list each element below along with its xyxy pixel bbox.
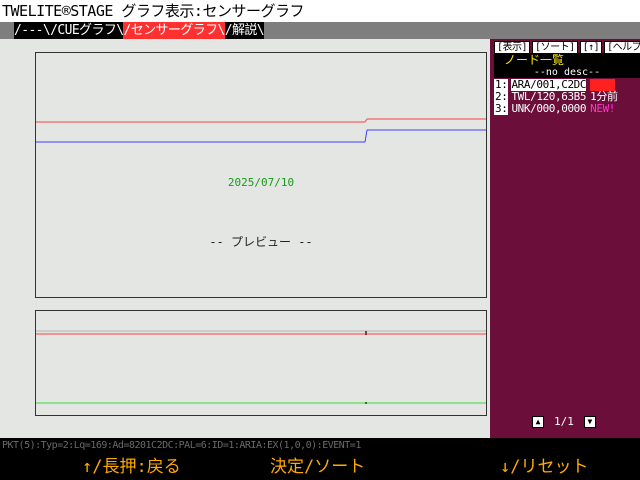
preview-label: -- プレビュー -- bbox=[209, 235, 313, 249]
node-item[interactable]: 3: UNK/000,0000 NEW! bbox=[494, 103, 615, 115]
tab-blank[interactable]: /---\ bbox=[14, 22, 51, 39]
select-sort-button[interactable]: 決定/ソート bbox=[270, 457, 365, 477]
window-title: TWELITE®STAGE グラフ表示:センサーグラフ bbox=[2, 2, 304, 20]
back-button[interactable]: ↑/長押:戻る bbox=[82, 457, 181, 477]
node-number: 3: bbox=[494, 102, 509, 115]
reset-button[interactable]: ↓/リセット bbox=[500, 457, 588, 477]
node-name: UNK/000,0000 bbox=[511, 102, 587, 115]
node-list-title: ノード一覧 bbox=[494, 53, 640, 67]
main-graph-plot bbox=[36, 118, 486, 143]
tab-explanation[interactable]: /解説\ bbox=[225, 22, 265, 39]
page-indicator: 1/1 bbox=[554, 415, 574, 428]
main-graph-panel: 2025/07/10 -- プレビュー -- bbox=[35, 52, 487, 298]
sub-green-marker bbox=[365, 402, 367, 404]
series-red-line-step bbox=[364, 118, 368, 123]
sub-red-marker bbox=[365, 331, 367, 335]
tab-bar: /---\ /CUEグラフ\ /センサーグラフ\ /解説\ bbox=[0, 22, 640, 39]
sort-label: --no desc-- bbox=[494, 67, 640, 78]
packet-status-text: PKT(5):Typ=2:Lq=169:Ad=8201C2DC:PAL=6:ID… bbox=[2, 440, 361, 451]
tab-cue-graph[interactable]: /CUEグラフ\ bbox=[50, 22, 124, 39]
status-bar: PKT(5):Typ=2:Lq=169:Ad=8201C2DC:PAL=6:ID… bbox=[0, 438, 640, 454]
node-new-badge: NEW! bbox=[590, 102, 616, 115]
bottom-button-bar: ↑/長押:戻る 決定/ソート ↓/リセット bbox=[0, 454, 640, 480]
series-blue-line-step bbox=[364, 129, 368, 143]
tab-sensor-graph[interactable]: /センサーグラフ\ bbox=[123, 22, 225, 39]
page-down-icon[interactable]: ▼ bbox=[583, 415, 596, 428]
tab-strip: /---\ /CUEグラフ\ /センサーグラフ\ /解説\ bbox=[14, 22, 265, 39]
title-bar: TWELITE®STAGE グラフ表示:センサーグラフ bbox=[0, 0, 640, 22]
sub-graph-plot bbox=[36, 330, 486, 404]
graph-date-label: 2025/07/10 bbox=[227, 176, 295, 189]
node-sidebar: [表示] [ソート] [↑] [ヘルプ] ノード一覧 --no desc-- 1… bbox=[490, 39, 640, 438]
page-up-icon[interactable]: ▲ bbox=[532, 415, 544, 428]
sub-graph-panel bbox=[35, 310, 487, 416]
pager: ▲ 1/1 ▼ bbox=[532, 415, 596, 428]
